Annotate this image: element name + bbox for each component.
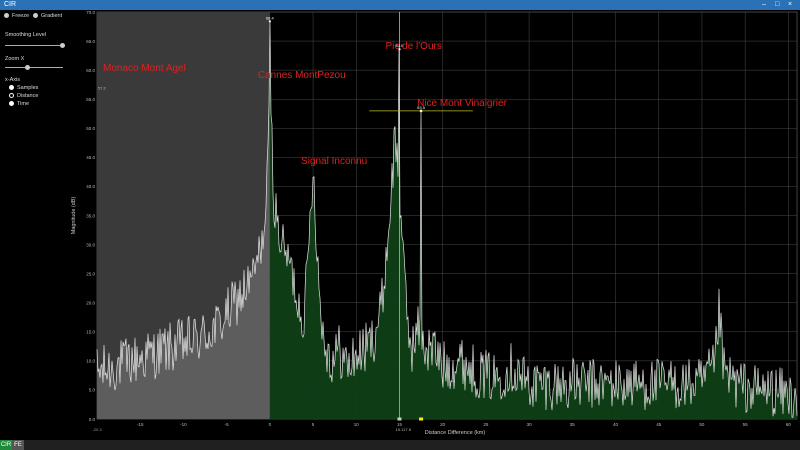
y-tick-label: 25.0 [86,271,95,276]
x-tick-label: 20 [440,422,446,427]
y-tick-label: 10.0 [86,359,95,364]
y-axis-label: Magnitude (dB) [71,197,77,235]
y-tick-label: 70.0 [86,10,95,15]
x-tick-label: 35 [570,422,576,427]
x-tick-label: -15 [137,422,144,427]
marker-x-indicator [419,417,424,421]
x-tick-label: 5 [312,422,315,427]
x-tick-label: 10 [354,422,360,427]
x-edge-label: -20.3 [92,427,102,432]
transmitter-annotation: Pic de l'Ours [385,41,441,52]
y-tick-label: 50.0 [86,126,95,131]
peak-value-label: 68.4 [266,15,275,20]
y-tick-label: 0.0 [89,417,96,422]
y-tick-label: 65.0 [86,39,95,44]
tab-fe[interactable]: FE [12,440,24,450]
peak-marker [419,109,423,112]
x-tick-label: 45 [656,422,662,427]
marker-x-label: 17.5 [403,427,412,432]
y-tick-label: 55.0 [86,97,95,102]
tab-cir[interactable]: CIR [0,440,12,450]
peak-marker [268,20,271,23]
y-tick-label: 35.0 [86,213,95,218]
y-tick-label: 20.0 [86,301,95,306]
y-tick-label: 30.0 [86,242,95,247]
x-tick-label: -10 [180,422,187,427]
x-axis-label: Distance Difference (km) [425,430,486,436]
transmitter-annotation: Monaco Mont Agel [103,63,186,74]
y-tick-label: 5.0 [89,388,96,393]
x-tick-label: 0 [269,422,272,427]
y-edge-label: 57.2 [98,85,107,90]
x-tick-label: 40 [613,422,619,427]
x-tick-label: 25 [483,422,489,427]
transmitter-annotation: Signal Inconnu [301,156,367,167]
cursor-marker [397,417,402,421]
x-tick-label: 60 [786,422,792,427]
y-tick-label: 15.0 [86,330,95,335]
transmitter-annotation: Cannes MontPezou [258,70,346,81]
y-tick-label: 45.0 [86,155,95,160]
tab-bar: CIR FE [0,440,800,450]
cir-chart: 0.05.010.015.020.025.030.035.040.045.050… [71,10,798,436]
y-tick-label: 40.0 [86,184,95,189]
x-tick-label: -5 [225,422,229,427]
x-tick-label: 55 [743,422,749,427]
y-tick-label: 60.0 [86,68,95,73]
x-tick-label: 50 [699,422,705,427]
x-tick-label: 30 [527,422,533,427]
transmitter-annotation: Nice Mont Vinaigrier [417,98,508,109]
